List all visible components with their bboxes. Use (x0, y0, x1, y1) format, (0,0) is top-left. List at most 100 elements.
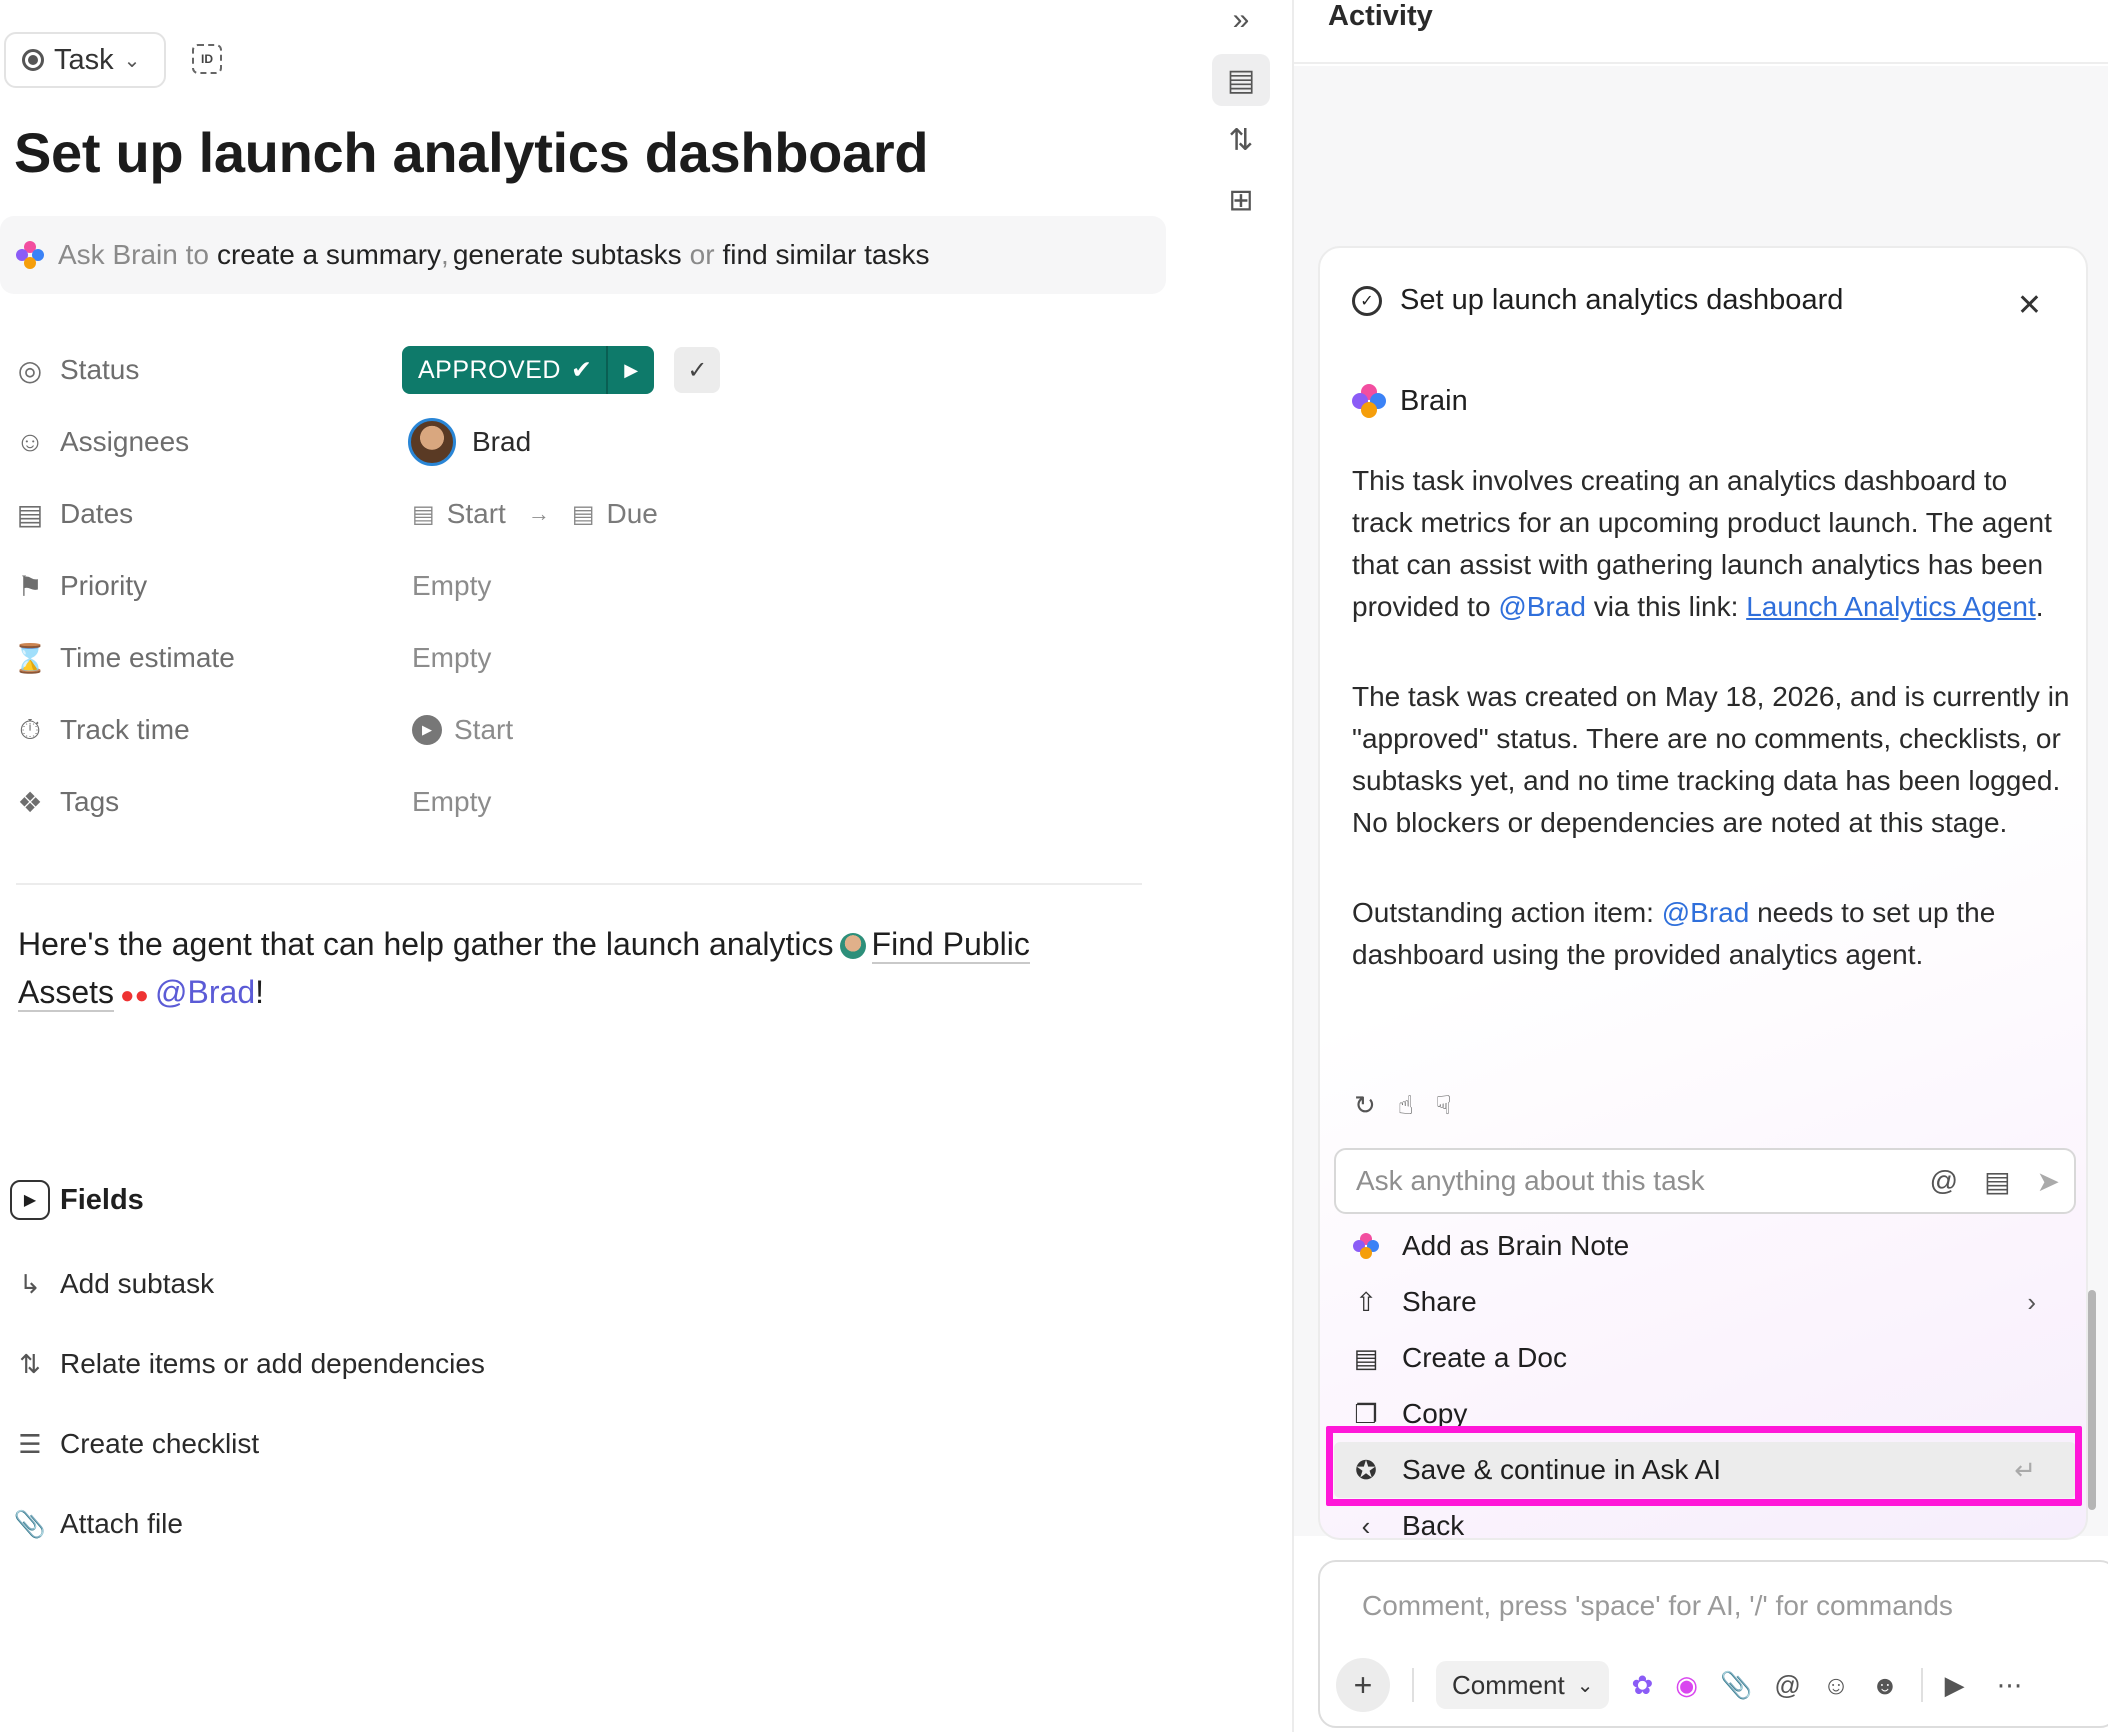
dates-label: Dates (60, 498, 134, 529)
close-icon[interactable]: ✕ (2017, 288, 2042, 323)
relate-icon: ⇅ (1228, 123, 1254, 157)
comment-icon: ▤ (1226, 63, 1256, 97)
thumbs-down-icon[interactable]: ☟ (1436, 1090, 1452, 1121)
divider (16, 883, 1142, 885)
generate-subtasks-link[interactable]: generate subtasks (453, 239, 682, 271)
plus-icon[interactable]: + (1336, 1658, 1390, 1712)
brain-name: Brain (1400, 384, 1468, 417)
fields-toggle[interactable]: ▶ Fields (10, 1180, 144, 1220)
menu-scrollbar[interactable] (2088, 1290, 2096, 1510)
brain-icon[interactable]: ✿ (1631, 1670, 1653, 1701)
apps-tab[interactable]: ⊞ (1212, 174, 1270, 226)
track-time-row: ⏱ Track time ▶ Start (0, 694, 1150, 766)
mention-icon[interactable]: @ (1930, 1165, 1958, 1197)
share-item[interactable]: ⇧ Share › (1334, 1274, 2076, 1330)
mention-brad[interactable]: @Brad (155, 974, 255, 1010)
calendar-icon: ▤ (16, 498, 44, 530)
response-text: via this link: (1593, 591, 1739, 622)
brain-agent-label: Brain (1352, 384, 1468, 418)
description-end: ! (255, 974, 264, 1010)
more-icon[interactable]: ⋯ (1997, 1670, 2023, 1701)
thumbs-up-icon[interactable]: ☝ (1398, 1090, 1414, 1121)
launch-analytics-agent-link[interactable]: Launch Analytics Agent (1746, 591, 2036, 622)
grid-plus-icon: ⊞ (1228, 183, 1254, 217)
create-checklist-button[interactable]: ☰ Create checklist (14, 1404, 485, 1484)
ask-brain-prefix: Ask Brain to (58, 239, 209, 270)
task-id-icon[interactable]: ID (192, 44, 222, 74)
assign-icon[interactable]: ☺ (1823, 1670, 1850, 1701)
save-continue-ask-ai-item[interactable]: ✪ Save & continue in Ask AI ↵ (1334, 1442, 2076, 1498)
subtask-icon: ↳ (19, 1268, 41, 1299)
avatar (408, 418, 456, 466)
regenerate-icon[interactable]: ↻ (1354, 1090, 1376, 1121)
track-time-value: Start (454, 714, 514, 745)
task-description[interactable]: Here's the agent that can help gather th… (18, 920, 1138, 1020)
tag-icon: ❖ (17, 786, 43, 818)
note-icon[interactable]: ▤ (1984, 1165, 2010, 1198)
complete-button[interactable]: ✓ (674, 347, 721, 393)
action-label: Add subtask (60, 1268, 215, 1299)
side-icon-rail: » ▤ ⇅ ⊞ (1200, 0, 1292, 1732)
tags-value[interactable]: Empty (412, 786, 491, 818)
menu-label: Share (1402, 1286, 1477, 1317)
fields-label: Fields (60, 1183, 144, 1216)
agent-mask-icon: ●● (120, 982, 150, 1009)
menu-label: Add as Brain Note (1402, 1230, 1630, 1261)
attach-file-button[interactable]: 📎 Attach file (14, 1484, 485, 1564)
emoji-icon[interactable]: ☻ (1871, 1670, 1898, 1701)
task-properties: ◎ Status APPROVED ✔ ▶ ✓ ☺ Assignees Brad ▤ D… (0, 334, 1150, 838)
relate-items-button[interactable]: ⇅ Relate items or add dependencies (14, 1324, 485, 1404)
copy-item[interactable]: ❐ Copy (1334, 1386, 2076, 1442)
double-chevron-right-icon: » (1232, 3, 1250, 36)
assignee-chip[interactable]: Brad (402, 418, 531, 466)
mention-icon[interactable]: @ (1774, 1670, 1800, 1701)
time-estimate-label: Time estimate (60, 642, 235, 673)
status-badge[interactable]: APPROVED ✔ ▶ (402, 346, 655, 394)
response-action-menu: Add as Brain Note ⇧ Share › ▤ Create a D… (1334, 1218, 2076, 1540)
description-text: Here's the agent that can help gather th… (18, 926, 834, 962)
status-value: APPROVED (418, 355, 561, 384)
priority-value[interactable]: Empty (412, 570, 491, 602)
menu-label: Back (1402, 1510, 1465, 1540)
task-type-dropdown[interactable]: Task ⌄ (4, 32, 166, 88)
add-subtask-button[interactable]: ↳ Add subtask (14, 1244, 485, 1324)
time-estimate-value[interactable]: Empty (412, 642, 491, 674)
chevron-down-icon: ⌄ (1576, 1674, 1594, 1697)
timer-icon: ⏱ (19, 713, 41, 745)
relationships-tab[interactable]: ⇅ (1212, 114, 1270, 166)
create-summary-link[interactable]: create a summary (217, 239, 441, 271)
separator-comma: , (441, 239, 449, 270)
mention-brad[interactable]: @Brad (1498, 591, 1586, 622)
comment-placeholder: Comment, press 'space' for AI, '/' for c… (1362, 1590, 1953, 1621)
find-similar-tasks-link[interactable]: find similar tasks (723, 239, 930, 271)
response-paragraph-3: Outstanding action item: @Brad needs to … (1352, 892, 2072, 976)
add-brain-note-item[interactable]: Add as Brain Note (1334, 1218, 2076, 1274)
comment-type-dropdown[interactable]: Comment ⌄ (1436, 1661, 1610, 1709)
check-circle-icon: ✔ (570, 356, 593, 384)
create-doc-item[interactable]: ▤ Create a Doc (1334, 1330, 2076, 1386)
activity-tab[interactable]: ▤ (1212, 54, 1270, 106)
mention-brad[interactable]: @Brad (1662, 897, 1750, 928)
ask-task-input[interactable]: Ask anything about this task @ ▤ ➤ (1334, 1148, 2076, 1214)
start-timer-button[interactable]: ▶ Start (402, 714, 513, 746)
agent-avatar (839, 933, 866, 959)
task-title[interactable]: Set up launch analytics dashboard (14, 120, 929, 185)
menu-label: Create a Doc (1402, 1342, 1567, 1373)
send-icon[interactable]: ➤ (2037, 1165, 2060, 1198)
collapse-panel-button[interactable]: » (1212, 0, 1270, 46)
next-status-button[interactable]: ▶ (608, 360, 654, 381)
status-icon: ◎ (17, 354, 43, 386)
track-time-label: Track time (60, 714, 190, 745)
video-icon[interactable]: ▶ (1945, 1670, 1965, 1701)
feedback-icons: ↻ ☝ ☟ (1354, 1090, 1451, 1121)
ai-mention-icon[interactable]: ◉ (1675, 1670, 1698, 1701)
back-item[interactable]: ‹ Back (1334, 1498, 2076, 1540)
due-date[interactable]: Due (607, 498, 658, 530)
relate-icon: ⇅ (19, 1348, 41, 1379)
comment-composer[interactable]: Comment, press 'space' for AI, '/' for c… (1318, 1560, 2108, 1728)
priority-label: Priority (60, 570, 148, 601)
paperclip-icon[interactable]: 📎 (1720, 1670, 1752, 1701)
card-header: ✓ Set up launch analytics dashboard (1352, 284, 1843, 317)
start-date[interactable]: Start (447, 498, 506, 530)
dates-row: ▤ Dates ▤ Start → ▤ Due (0, 478, 1150, 550)
